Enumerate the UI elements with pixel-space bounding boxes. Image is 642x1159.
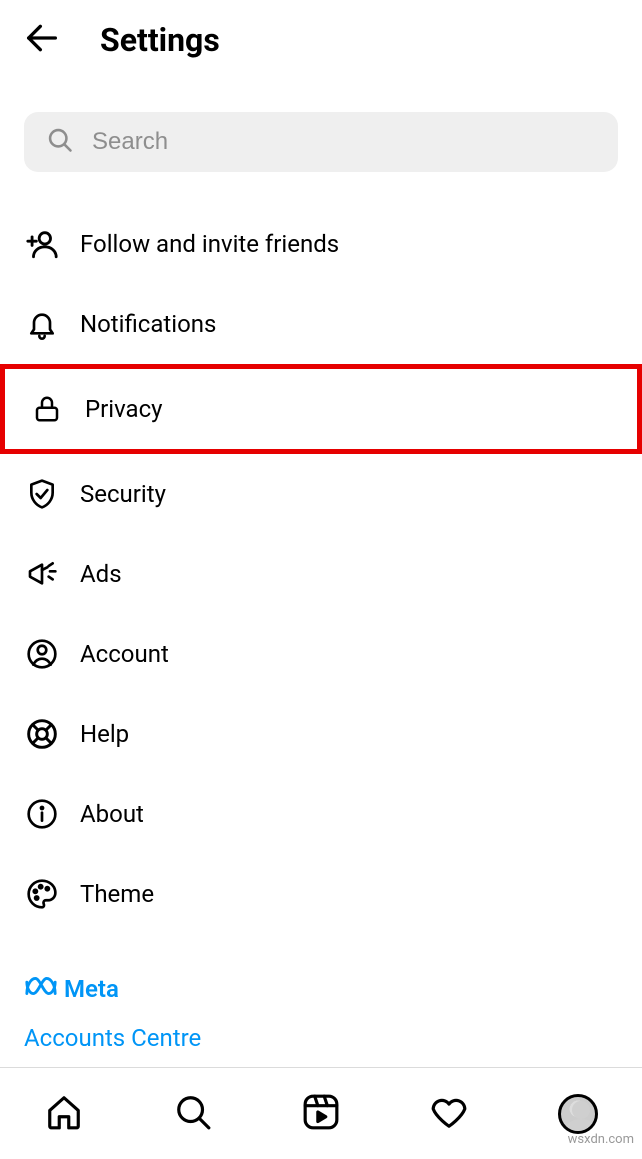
menu-item-help[interactable]: Help bbox=[0, 694, 642, 774]
info-icon bbox=[24, 796, 60, 832]
meta-brand-label: Meta bbox=[64, 975, 119, 1003]
bell-icon bbox=[24, 306, 60, 342]
back-button[interactable] bbox=[20, 18, 64, 62]
back-arrow-icon bbox=[22, 18, 62, 62]
menu-label: Privacy bbox=[85, 395, 163, 423]
menu-label: Account bbox=[80, 640, 169, 668]
menu-item-notifications[interactable]: Notifications bbox=[0, 284, 642, 364]
nav-reels[interactable] bbox=[296, 1089, 346, 1139]
menu-item-about[interactable]: About bbox=[0, 774, 642, 854]
lock-icon bbox=[29, 391, 65, 427]
search-bar[interactable] bbox=[24, 112, 618, 172]
search-icon bbox=[174, 1093, 212, 1135]
nav-search[interactable] bbox=[168, 1089, 218, 1139]
heart-icon bbox=[430, 1093, 468, 1135]
meta-logo-icon bbox=[24, 974, 64, 1004]
settings-menu: Follow and invite friends Notifications … bbox=[0, 182, 642, 934]
menu-item-security[interactable]: Security bbox=[0, 454, 642, 534]
menu-label: Theme bbox=[80, 880, 154, 908]
menu-label: Ads bbox=[80, 560, 122, 588]
nav-home[interactable] bbox=[39, 1089, 89, 1139]
menu-label: Notifications bbox=[80, 310, 216, 338]
account-icon bbox=[24, 636, 60, 672]
search-input[interactable] bbox=[92, 128, 596, 156]
shield-icon bbox=[24, 476, 60, 512]
watermark: wsxdn.com bbox=[568, 1132, 634, 1147]
follow-invite-icon bbox=[24, 226, 60, 262]
page-title: Settings bbox=[100, 21, 220, 59]
nav-activity[interactable] bbox=[424, 1089, 474, 1139]
menu-label: Help bbox=[80, 720, 129, 748]
menu-item-privacy[interactable]: Privacy bbox=[0, 364, 642, 454]
menu-item-ads[interactable]: Ads bbox=[0, 534, 642, 614]
menu-label: Follow and invite friends bbox=[80, 230, 339, 258]
menu-item-account[interactable]: Account bbox=[0, 614, 642, 694]
megaphone-icon bbox=[24, 556, 60, 592]
home-icon bbox=[45, 1093, 83, 1135]
accounts-centre-link[interactable]: Accounts Centre bbox=[0, 1010, 642, 1060]
bottom-nav bbox=[0, 1067, 642, 1159]
reels-icon bbox=[302, 1093, 340, 1135]
nav-profile[interactable] bbox=[553, 1089, 603, 1139]
menu-item-follow[interactable]: Follow and invite friends bbox=[0, 204, 642, 284]
menu-item-theme[interactable]: Theme bbox=[0, 854, 642, 934]
menu-label: About bbox=[80, 800, 144, 828]
search-icon bbox=[46, 126, 74, 158]
menu-label: Security bbox=[80, 480, 166, 508]
meta-brand: Meta bbox=[0, 934, 642, 1010]
help-icon bbox=[24, 716, 60, 752]
profile-avatar-icon bbox=[558, 1094, 598, 1134]
theme-icon bbox=[24, 876, 60, 912]
